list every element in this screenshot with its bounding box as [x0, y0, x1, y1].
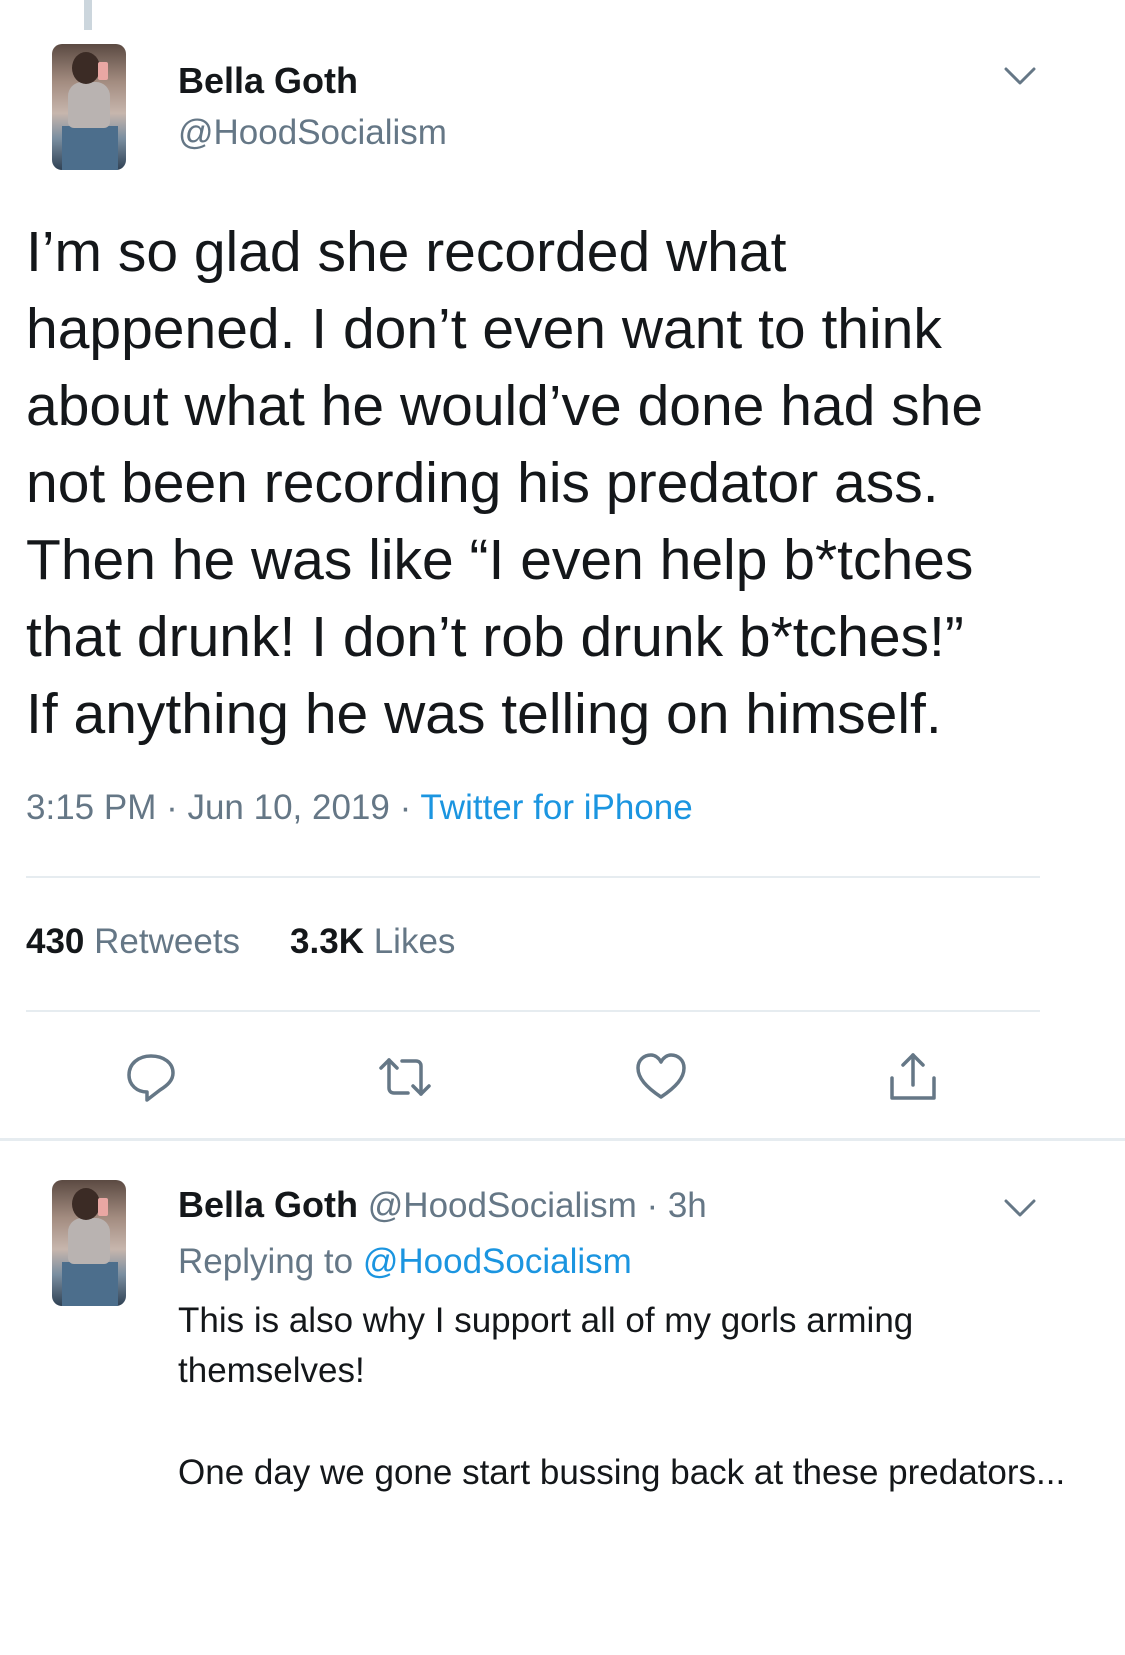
- avatar-photo-legs: [62, 126, 118, 170]
- reply-author-handle[interactable]: @HoodSocialism: [368, 1186, 637, 1225]
- reply-separator: ·: [636, 1186, 668, 1225]
- reply-avatar[interactable]: [52, 1180, 126, 1306]
- retweet-icon[interactable]: [378, 1050, 432, 1104]
- like-icon[interactable]: [634, 1050, 688, 1104]
- avatar-photo-torso: [68, 82, 110, 128]
- reply-author-name[interactable]: Bella Goth: [178, 1184, 358, 1225]
- reply-header: Bella Goth @HoodSocialism · 3h: [178, 1184, 707, 1226]
- avatar-photo-head: [72, 52, 100, 84]
- tweet-time[interactable]: 3:15 PM: [26, 788, 156, 827]
- share-icon[interactable]: [886, 1050, 940, 1104]
- tweet-source-link[interactable]: Twitter for iPhone: [420, 788, 692, 827]
- avatar[interactable]: [52, 44, 126, 170]
- reply-text: This is also why I support all of my gor…: [178, 1296, 1078, 1498]
- avatar-photo-phone: [98, 1198, 108, 1216]
- thread-connector-line: [84, 0, 92, 30]
- divider: [26, 876, 1040, 878]
- tweet-stats: 430 Retweets 3.3K Likes: [26, 922, 455, 962]
- author-handle[interactable]: @HoodSocialism: [178, 113, 447, 153]
- tweet-text-line: happened. I don’t even want to think: [26, 297, 942, 361]
- tweet-text-line: Then he was like “I even help b*tches: [26, 528, 974, 592]
- tweet-text-line: that drunk! I don’t rob drunk b*tches!”: [26, 605, 964, 669]
- tweet-text: I’m so glad she recorded what happened. …: [26, 214, 1106, 753]
- thread-divider: [0, 1138, 1125, 1141]
- retweets-stat[interactable]: 430 Retweets: [26, 922, 240, 961]
- meta-separator: ·: [389, 788, 421, 827]
- retweets-count: 430: [26, 922, 85, 961]
- tweet-meta: 3:15 PM · Jun 10, 2019 · Twitter for iPh…: [26, 788, 693, 828]
- avatar-photo-torso: [68, 1218, 110, 1264]
- tweet-text-line: If anything he was telling on himself.: [26, 682, 942, 746]
- avatar-photo-head: [72, 1188, 100, 1220]
- tweet-date[interactable]: Jun 10, 2019: [187, 788, 389, 827]
- reply-chevron-down-icon[interactable]: [1002, 1196, 1038, 1220]
- author-name[interactable]: Bella Goth: [178, 60, 358, 102]
- reply-icon[interactable]: [124, 1050, 178, 1104]
- replying-to-mention[interactable]: @HoodSocialism: [363, 1242, 632, 1281]
- likes-label: Likes: [373, 922, 456, 961]
- tweet-text-line: about what he would’ve done had she: [26, 374, 984, 438]
- chevron-down-icon[interactable]: [1002, 64, 1038, 88]
- replying-to: Replying to @HoodSocialism: [178, 1242, 632, 1282]
- tweet-text-line: not been recording his predator ass.: [26, 451, 939, 515]
- reply-paragraph: One day we gone start bussing back at th…: [178, 1453, 1066, 1492]
- likes-stat[interactable]: 3.3K Likes: [290, 922, 455, 961]
- divider: [26, 1010, 1040, 1012]
- avatar-photo-legs: [62, 1262, 118, 1306]
- meta-separator: ·: [156, 788, 188, 827]
- reply-age[interactable]: 3h: [668, 1186, 707, 1225]
- retweets-label: Retweets: [94, 922, 241, 961]
- replying-to-prefix: Replying to: [178, 1242, 363, 1281]
- avatar-photo-phone: [98, 62, 108, 80]
- tweet-text-line: I’m so glad she recorded what: [26, 220, 787, 284]
- reply-paragraph: This is also why I support all of my gor…: [178, 1301, 914, 1390]
- likes-count: 3.3K: [290, 922, 364, 961]
